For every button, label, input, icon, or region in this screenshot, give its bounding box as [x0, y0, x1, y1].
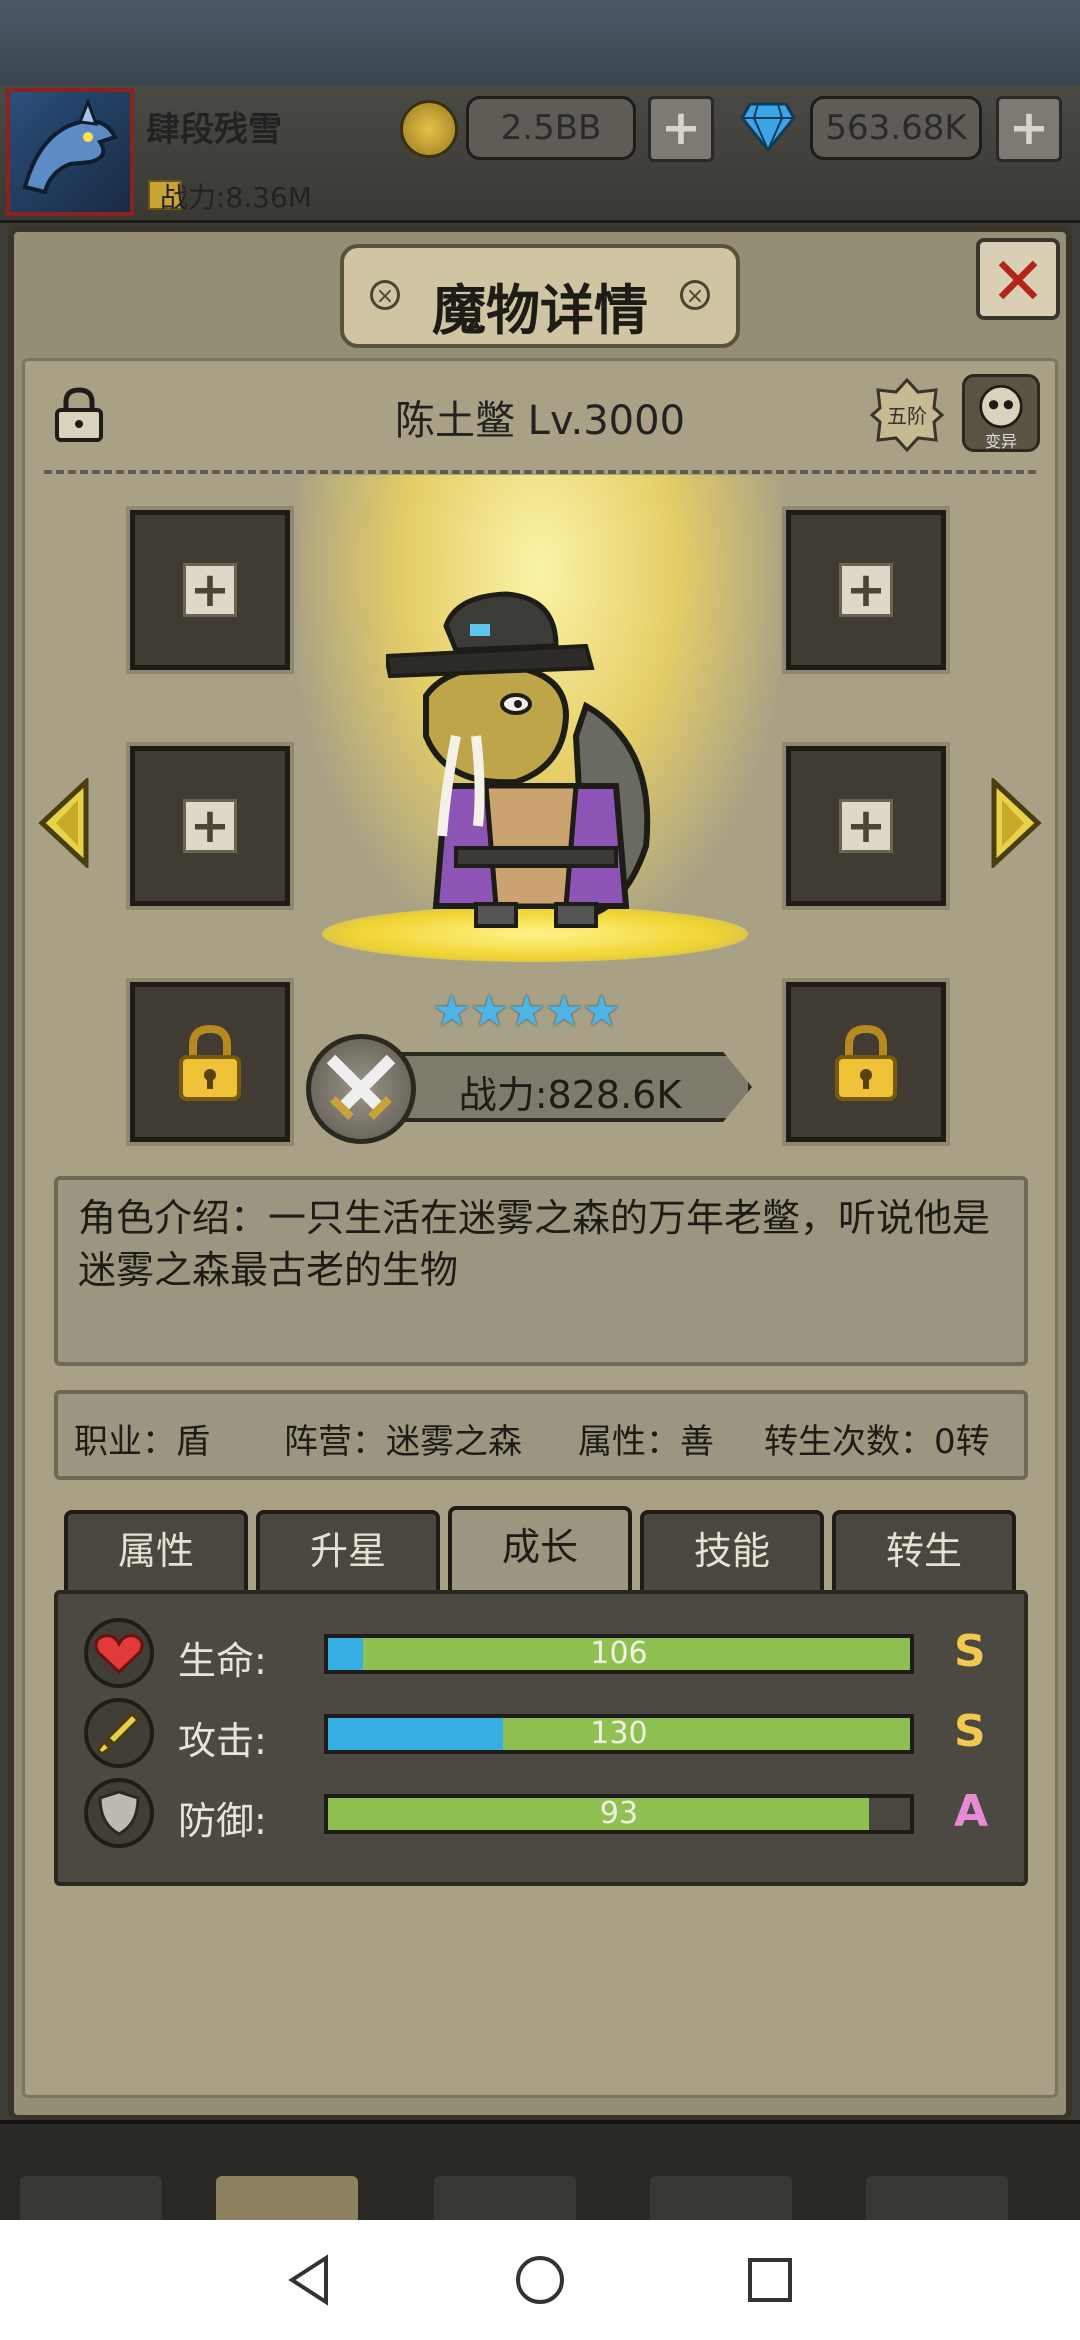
player-power: 战力:8.36M	[160, 181, 312, 214]
star-icon: ★	[469, 986, 509, 1037]
dialog-title: 魔物详情	[432, 279, 648, 342]
lock-icon	[835, 1024, 897, 1101]
info-row: 职业：盾 阵营：迷雾之森 属性：善 转生次数：0转	[54, 1390, 1028, 1480]
stat-label-defense: 防御:	[178, 1799, 267, 1843]
equip-slot-empty[interactable]: +	[126, 742, 294, 910]
recents-icon[interactable]	[742, 2252, 798, 2308]
equip-slot-locked[interactable]	[126, 978, 294, 1146]
hp-grade: S	[954, 1626, 986, 1677]
star-icon: ★	[544, 986, 584, 1037]
add-gold-button[interactable]: +	[648, 96, 714, 162]
attack-grade: S	[954, 1706, 986, 1757]
gem-amount: 563.68K	[810, 96, 982, 160]
monster-power: 战力:828.6K	[458, 1073, 682, 1117]
tab-skills[interactable]: 技能	[640, 1510, 824, 1590]
job-info: 职业：盾	[74, 1422, 210, 1462]
plus-icon: +	[183, 563, 237, 617]
stat-label-attack: 攻击:	[178, 1719, 267, 1763]
ornament-icon: ×	[680, 280, 710, 310]
defense-growth-value: 93	[599, 1796, 639, 1831]
dragon-avatar-icon	[22, 97, 118, 195]
player-name: 肆段残雪	[146, 110, 282, 150]
prev-monster-arrow-icon[interactable]	[38, 778, 90, 868]
nav-tab[interactable]	[216, 2176, 358, 2220]
rank-label: 五阶	[887, 404, 927, 428]
rebirth-info: 转生次数：0转	[764, 1422, 990, 1462]
back-icon[interactable]	[282, 2252, 338, 2308]
defense-grade: A	[954, 1786, 989, 1837]
plus-icon: +	[183, 799, 237, 853]
plus-icon: +	[839, 799, 893, 853]
star-icon: ★	[581, 986, 622, 1037]
star-rating: ★★★★★	[432, 986, 622, 1037]
star-icon: ★	[506, 986, 547, 1037]
tab-rebirth[interactable]: 转生	[832, 1510, 1016, 1590]
add-gem-button[interactable]: +	[996, 96, 1062, 162]
diamond-icon	[740, 102, 796, 152]
equip-slot-locked[interactable]	[782, 978, 950, 1146]
nav-tab[interactable]	[20, 2176, 162, 2220]
shield-icon	[84, 1778, 154, 1848]
turtle-monster-sprite[interactable]	[386, 586, 686, 936]
mutate-label: 变异	[984, 432, 1017, 451]
top-background	[0, 0, 1080, 90]
star-icon: ★	[432, 986, 472, 1037]
equip-slot-empty[interactable]: +	[782, 742, 950, 910]
heart-icon	[84, 1618, 154, 1688]
divider	[44, 470, 1036, 474]
equip-slot-empty[interactable]: +	[782, 506, 950, 674]
stat-label-hp: 生命:	[178, 1639, 267, 1683]
tab-growth[interactable]: 成长	[448, 1506, 632, 1592]
nav-tab[interactable]	[434, 2176, 576, 2220]
plus-icon: +	[839, 563, 893, 617]
crossed-swords-icon	[306, 1034, 416, 1144]
gold-coin-icon	[400, 100, 458, 158]
gold-amount: 2.5BB	[466, 96, 636, 160]
tab-star-up[interactable]: 升星	[256, 1510, 440, 1590]
close-button[interactable]: ✕	[976, 238, 1060, 320]
attribute-info: 属性：善	[578, 1422, 714, 1462]
hp-growth-value: 106	[590, 1636, 648, 1671]
home-icon[interactable]	[512, 2252, 568, 2308]
lock-icon	[179, 1024, 241, 1101]
dialog-title-plate: × 魔物详情 ×	[340, 244, 740, 348]
faction-info: 阵营：迷雾之森	[284, 1422, 522, 1462]
player-avatar[interactable]	[6, 88, 134, 216]
nav-tab[interactable]	[866, 2176, 1008, 2220]
monster-description: 角色介绍：一只生活在迷雾之森的万年老鳖，听说他是迷雾之森最古老的生物	[78, 1196, 991, 1292]
next-monster-arrow-icon[interactable]	[990, 778, 1042, 868]
description-box: 角色介绍：一只生活在迷雾之森的万年老鳖，听说他是迷雾之森最古老的生物	[54, 1176, 1028, 1366]
attack-growth-value: 130	[590, 1716, 648, 1751]
tab-attributes[interactable]: 属性	[64, 1510, 248, 1590]
equip-slot-empty[interactable]: +	[126, 506, 294, 674]
sword-icon	[84, 1698, 154, 1768]
nav-tab[interactable]	[650, 2176, 792, 2220]
